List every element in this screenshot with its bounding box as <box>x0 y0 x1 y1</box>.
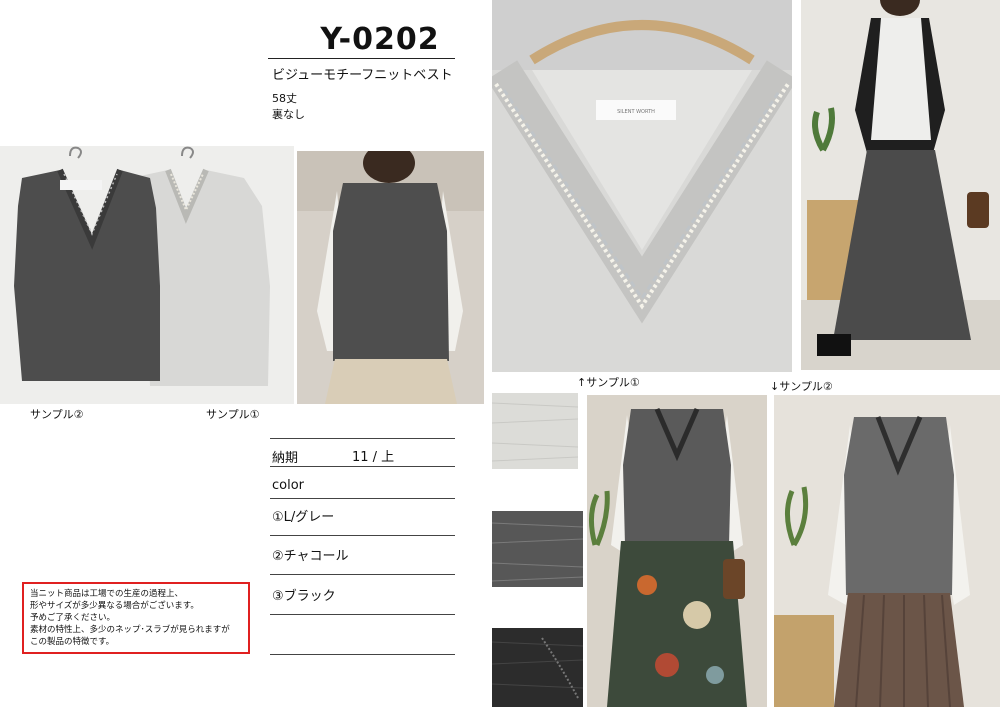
delivery-value: 11 / 上 <box>352 450 395 465</box>
product-code: Y-0202 <box>320 22 440 57</box>
spec-divider <box>270 574 455 575</box>
product-lining: 裏なし <box>272 108 305 121</box>
delivery-label: 納期 <box>272 451 299 466</box>
spec-divider <box>270 614 455 615</box>
caption-sample2-left: サンプル② <box>30 408 84 421</box>
color-option-3: ③ブラック <box>272 589 336 604</box>
spec-divider <box>270 535 455 536</box>
color-option-1: ①L/グレー <box>272 510 335 525</box>
brand-tag-text: SILENT WORTH <box>617 109 655 115</box>
notice-line: この製品の特徴です。 <box>30 637 115 647</box>
spec-divider <box>270 466 455 467</box>
spec-divider <box>270 438 455 439</box>
product-notice: 当ニット商品は工場での生産の過程上、 形やサイズが多少異なる場合がございます。 … <box>22 582 250 654</box>
title-divider <box>268 58 455 59</box>
color-label: color <box>272 478 305 493</box>
caption-sample1-up: ↑サンプル① <box>577 376 640 389</box>
notice-line: 当ニット商品は工場での生産の過程上、 <box>30 589 184 599</box>
spec-divider <box>270 654 455 655</box>
photo-two-vests <box>0 146 294 404</box>
photo-model-fullbody <box>801 0 1000 370</box>
photo-model-pleated-skirt <box>774 395 1000 707</box>
photo-model-patterned-skirt <box>587 395 767 707</box>
spec-divider <box>270 498 455 499</box>
swatch-black <box>491 628 584 707</box>
notice-line: 素材の特性上、多少のネップ･スラブが見られますが <box>30 625 230 635</box>
notice-line: 予めご了承ください。 <box>30 613 116 623</box>
color-option-2: ②チャコール <box>272 549 349 564</box>
product-name: ビジューモチーフニットベスト <box>272 68 453 83</box>
caption-sample1-left: サンプル① <box>206 408 260 421</box>
swatch-light-gray <box>491 393 579 469</box>
notice-line: 形やサイズが多少異なる場合がございます。 <box>30 601 199 611</box>
product-length: 58丈 <box>272 92 297 105</box>
caption-sample2-down: ↓サンプル② <box>770 380 833 393</box>
photo-back-view <box>297 151 484 404</box>
photo-collar-closeup: SILENT WORTH <box>492 0 792 372</box>
swatch-charcoal <box>491 511 584 587</box>
